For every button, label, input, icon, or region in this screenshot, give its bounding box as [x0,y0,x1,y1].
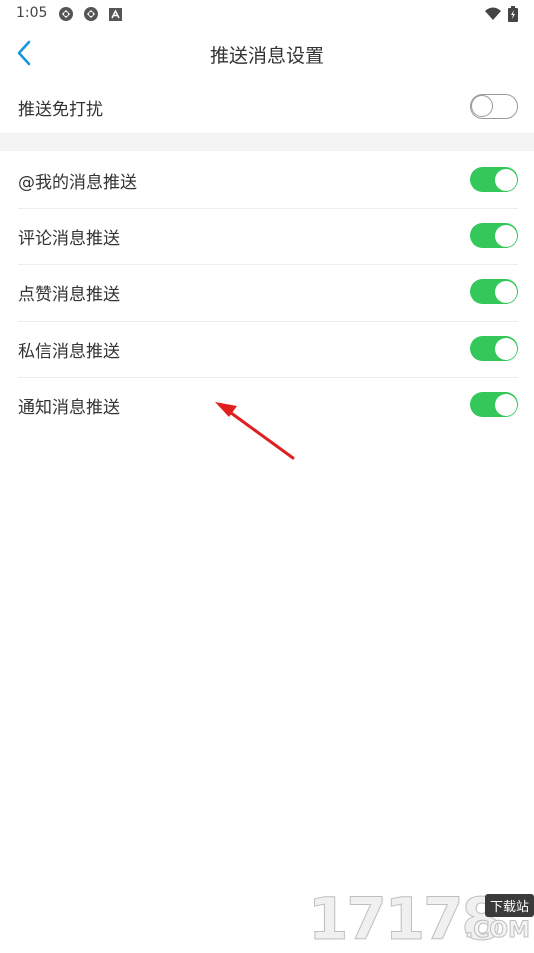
setting-label: 推送免打扰 [18,99,103,120]
setting-label: @我的消息推送 [18,172,137,193]
like-push-toggle[interactable] [470,279,518,304]
setting-label: 评论消息推送 [18,228,120,249]
battery-icon [508,6,518,22]
page-title: 推送消息设置 [209,45,324,67]
status-time: 1:05 [16,5,48,21]
app-header: 推送消息设置 [0,28,534,78]
dnd-toggle[interactable] [470,94,518,119]
setting-row-like: 点赞消息推送 [18,264,518,320]
toggle-knob [494,280,517,303]
setting-label: 私信消息推送 [18,341,120,362]
status-bar: 1:05 [0,0,534,28]
toggle-knob [494,224,517,247]
toggle-knob [494,168,517,191]
private-message-push-toggle[interactable] [470,336,518,361]
a-box-icon [109,8,122,21]
toggle-knob [494,337,517,360]
sync-icon [59,7,73,21]
watermark-logo: 17178 下载站 .COM [308,888,534,951]
setting-row-comment: 评论消息推送 [18,208,518,264]
comment-push-toggle[interactable] [470,223,518,248]
toggle-knob [494,393,517,416]
setting-row-dnd: 推送免打扰 [18,79,518,135]
section-divider [0,133,534,151]
mention-push-toggle[interactable] [470,167,518,192]
watermark-tag: 下载站 [484,894,534,917]
sync-icon [84,7,98,21]
toggle-knob [471,95,493,117]
wifi-icon [485,7,501,20]
setting-label: 通知消息推送 [18,397,120,418]
setting-row-private-message: 私信消息推送 [18,321,518,377]
setting-row-mention: @我的消息推送 [18,152,518,208]
notification-push-toggle[interactable] [470,392,518,417]
setting-label: 点赞消息推送 [18,284,120,305]
watermark-suffix: .COM [464,918,530,944]
annotation-arrow-icon [215,402,295,460]
